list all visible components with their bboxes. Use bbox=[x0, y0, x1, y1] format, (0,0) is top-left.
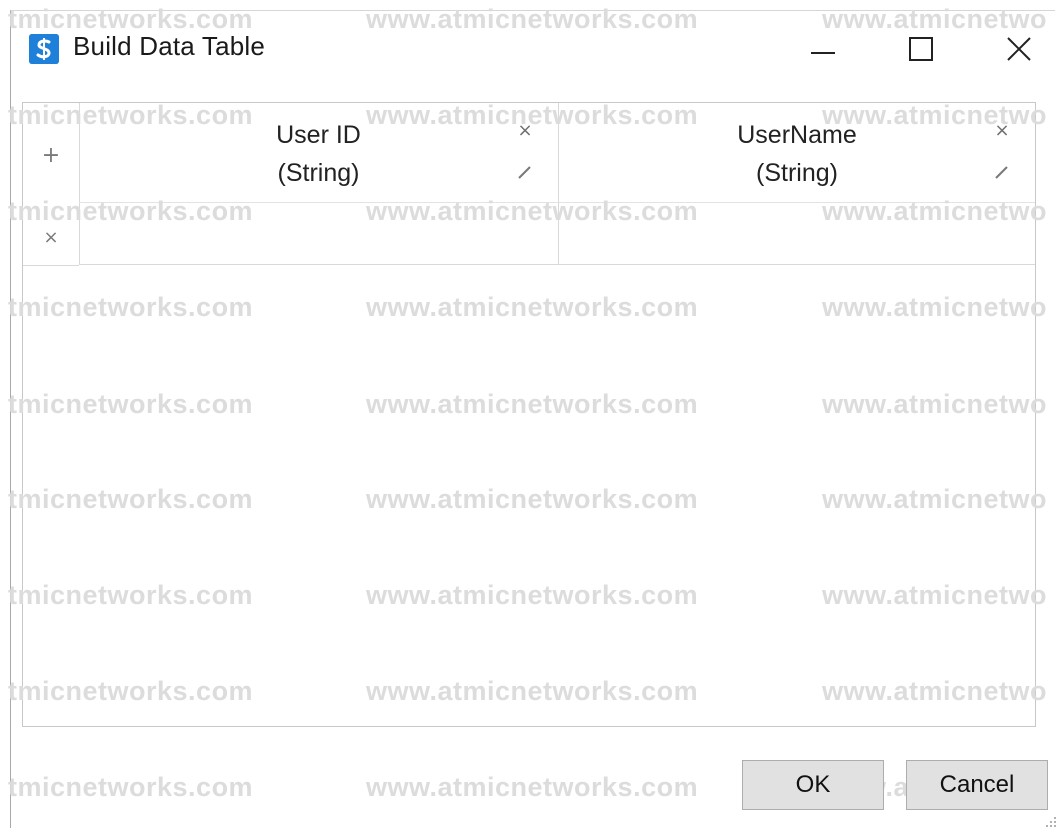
column-header-user-id[interactable]: User ID (String) × bbox=[79, 103, 559, 203]
edit-column-icon[interactable] bbox=[991, 161, 1013, 183]
close-button[interactable] bbox=[993, 27, 1045, 71]
remove-column-icon[interactable]: × bbox=[514, 119, 536, 141]
table-cell-username[interactable] bbox=[559, 203, 1035, 264]
column-name: User ID bbox=[276, 121, 361, 149]
add-row-icon[interactable]: + bbox=[39, 143, 63, 168]
column-name: UserName bbox=[737, 121, 857, 149]
column-header-username[interactable]: UserName (String) × bbox=[559, 103, 1035, 203]
title-bar[interactable]: Build Data Table bbox=[11, 11, 1055, 89]
row-gutter: + × bbox=[23, 103, 80, 265]
data-table-grid: + × User ID (String) × UserName (String)… bbox=[22, 102, 1036, 727]
column-type: (String) bbox=[756, 159, 838, 187]
resize-grip-icon[interactable] bbox=[1044, 815, 1058, 829]
table-row bbox=[79, 203, 1035, 265]
maximize-button[interactable] bbox=[895, 27, 947, 71]
remove-column-icon[interactable]: × bbox=[991, 119, 1013, 141]
table-cell-user-id[interactable] bbox=[79, 203, 559, 264]
maximize-icon bbox=[909, 37, 933, 61]
minimize-icon bbox=[811, 52, 835, 54]
window-title: Build Data Table bbox=[73, 31, 266, 61]
studio-s-icon bbox=[29, 34, 59, 64]
minimize-button[interactable] bbox=[797, 27, 849, 71]
cancel-button[interactable]: Cancel bbox=[906, 760, 1048, 810]
edit-column-icon[interactable] bbox=[514, 161, 536, 183]
delete-row-icon[interactable]: × bbox=[39, 225, 63, 249]
ok-button[interactable]: OK bbox=[742, 760, 884, 810]
column-type: (String) bbox=[277, 159, 360, 187]
close-icon bbox=[1007, 37, 1031, 61]
gutter-divider bbox=[23, 265, 79, 266]
